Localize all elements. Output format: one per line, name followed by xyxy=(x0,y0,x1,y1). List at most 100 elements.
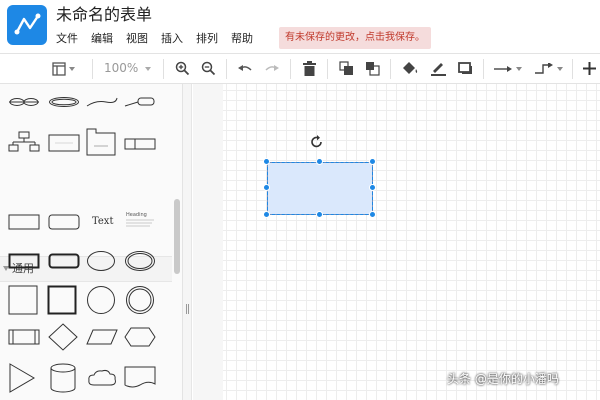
link-shape-icon[interactable] xyxy=(8,96,40,108)
hexagon-shape-icon[interactable] xyxy=(124,327,156,347)
bold-square-shape-icon[interactable] xyxy=(47,285,77,315)
page-view-button[interactable] xyxy=(50,54,76,83)
text-shape-label: Text xyxy=(92,216,114,227)
redo-button[interactable] xyxy=(262,54,282,83)
undo-icon xyxy=(238,64,252,71)
to-back-button[interactable] xyxy=(362,54,382,83)
circle-shape-icon[interactable] xyxy=(86,285,116,315)
network-icon xyxy=(14,13,41,35)
resize-handle-bottom-left[interactable] xyxy=(263,211,270,218)
app-logo[interactable] xyxy=(7,5,47,45)
connection-icon xyxy=(493,65,512,72)
diagram-editor: 未命名的表单 文件 编辑 视图 插入 排列 帮助 有未保存的更改，点击我保存。 … xyxy=(0,0,600,400)
connection-style-button[interactable] xyxy=(490,54,524,83)
double-circle-shape-icon[interactable] xyxy=(125,285,155,315)
menu-bar: 文件 编辑 视图 插入 排列 帮助 xyxy=(56,30,253,48)
menu-view[interactable]: 视图 xyxy=(126,30,148,48)
bold-rectangle-shape-icon[interactable] xyxy=(8,253,40,269)
text-shape-icon[interactable]: Text xyxy=(86,215,118,231)
diamond-shape-icon[interactable] xyxy=(48,323,78,351)
sidebar-splitter[interactable] xyxy=(183,84,192,400)
org-chart-shape-icon[interactable] xyxy=(8,131,40,153)
bold-rounded-rectangle-shape-icon[interactable] xyxy=(48,253,80,269)
paragraph-lines-icon xyxy=(126,219,154,227)
diagram-canvas[interactable]: 头条 @是你的小潘吗 xyxy=(193,84,600,400)
menu-arrange[interactable]: 排列 xyxy=(196,30,218,48)
drag-handle-icon xyxy=(186,304,189,314)
undo-button[interactable] xyxy=(235,54,255,83)
chevron-down-icon xyxy=(515,66,522,71)
swimlane-shape-icon[interactable] xyxy=(124,138,156,150)
to-front-icon xyxy=(338,61,353,75)
canvas-margin xyxy=(193,84,223,400)
shadow-icon xyxy=(457,62,472,74)
toolbar-divider xyxy=(327,59,328,79)
delete-button[interactable] xyxy=(299,54,319,83)
heading-label: Heading xyxy=(126,212,147,218)
chevron-down-icon xyxy=(556,66,563,71)
resize-handle-left[interactable] xyxy=(263,184,270,191)
insert-button[interactable] xyxy=(580,54,598,83)
double-ellipse-shape-icon[interactable] xyxy=(124,250,156,272)
rectangle-shape-icon[interactable] xyxy=(8,214,40,230)
waypoints-icon xyxy=(534,62,553,74)
resize-handle-top-left[interactable] xyxy=(263,158,270,165)
document-title[interactable]: 未命名的表单 xyxy=(56,5,152,25)
chevron-down-icon xyxy=(68,66,75,71)
fill-color-button[interactable] xyxy=(399,54,421,83)
toolbar-divider xyxy=(163,59,164,79)
toolbar-divider xyxy=(390,59,391,79)
resize-handle-top-right[interactable] xyxy=(369,158,376,165)
resize-handle-bottom-right[interactable] xyxy=(369,211,376,218)
zoom-in-button[interactable] xyxy=(172,54,192,83)
app-header: 未命名的表单 文件 编辑 视图 插入 排列 帮助 有未保存的更改，点击我保存。 xyxy=(0,0,600,53)
redo-icon xyxy=(265,64,279,71)
waypoints-button[interactable] xyxy=(530,54,566,83)
zoom-select[interactable]: 100% xyxy=(100,54,156,83)
folder-shape-icon[interactable] xyxy=(86,128,116,156)
zoom-out-button[interactable] xyxy=(198,54,218,83)
resize-handle-bottom[interactable] xyxy=(316,211,323,218)
document-shape-icon[interactable] xyxy=(124,366,156,390)
rounded-rectangle-shape-icon[interactable] xyxy=(48,214,80,230)
to-back-icon xyxy=(365,62,380,76)
menu-insert[interactable]: 插入 xyxy=(161,30,183,48)
selected-rectangle-shape[interactable] xyxy=(267,162,373,215)
delete-icon xyxy=(302,61,316,76)
toolbar-divider xyxy=(226,59,227,79)
parallelogram-shape-icon[interactable] xyxy=(86,329,118,345)
heading-text-shape-icon[interactable]: Heading xyxy=(126,212,156,232)
toolbar: 100% xyxy=(0,53,600,84)
sidebar-scrollbar[interactable] xyxy=(174,199,180,274)
toolbar-divider xyxy=(92,59,93,79)
chevron-down-icon xyxy=(145,67,151,71)
container-shape-icon[interactable] xyxy=(48,134,80,152)
shape-library-sidebar: 通用 Text Heading xyxy=(0,84,183,400)
shadow-button[interactable] xyxy=(455,54,475,83)
insert-icon xyxy=(582,62,596,75)
rotate-handle-icon[interactable] xyxy=(310,135,324,149)
unsaved-changes-notice[interactable]: 有未保存的更改，点击我保存。 xyxy=(279,27,431,49)
resize-handle-top[interactable] xyxy=(316,158,323,165)
to-front-button[interactable] xyxy=(336,54,356,83)
triangle-shape-icon[interactable] xyxy=(8,363,36,393)
fill-color-icon xyxy=(402,62,417,74)
process-shape-icon[interactable] xyxy=(8,329,40,345)
cylinder-shape-icon[interactable] xyxy=(50,363,76,393)
resize-handle-right[interactable] xyxy=(369,184,376,191)
line-color-button[interactable] xyxy=(427,54,449,83)
toolbar-divider xyxy=(572,59,573,79)
zoom-out-icon xyxy=(201,61,215,76)
ellipse-shape-icon[interactable] xyxy=(48,96,80,108)
callout-shape-icon[interactable] xyxy=(124,96,156,108)
square-shape-icon[interactable] xyxy=(8,285,38,315)
page-view-icon xyxy=(51,61,66,76)
curve-shape-icon[interactable] xyxy=(86,96,118,108)
menu-help[interactable]: 帮助 xyxy=(231,30,253,48)
menu-file[interactable]: 文件 xyxy=(56,30,78,48)
line-color-icon xyxy=(430,63,446,76)
ellipse-shape-icon[interactable] xyxy=(86,250,116,272)
watermark-text: 头条 @是你的小潘吗 xyxy=(447,372,559,386)
menu-edit[interactable]: 编辑 xyxy=(91,30,113,48)
cloud-shape-icon[interactable] xyxy=(86,368,118,388)
